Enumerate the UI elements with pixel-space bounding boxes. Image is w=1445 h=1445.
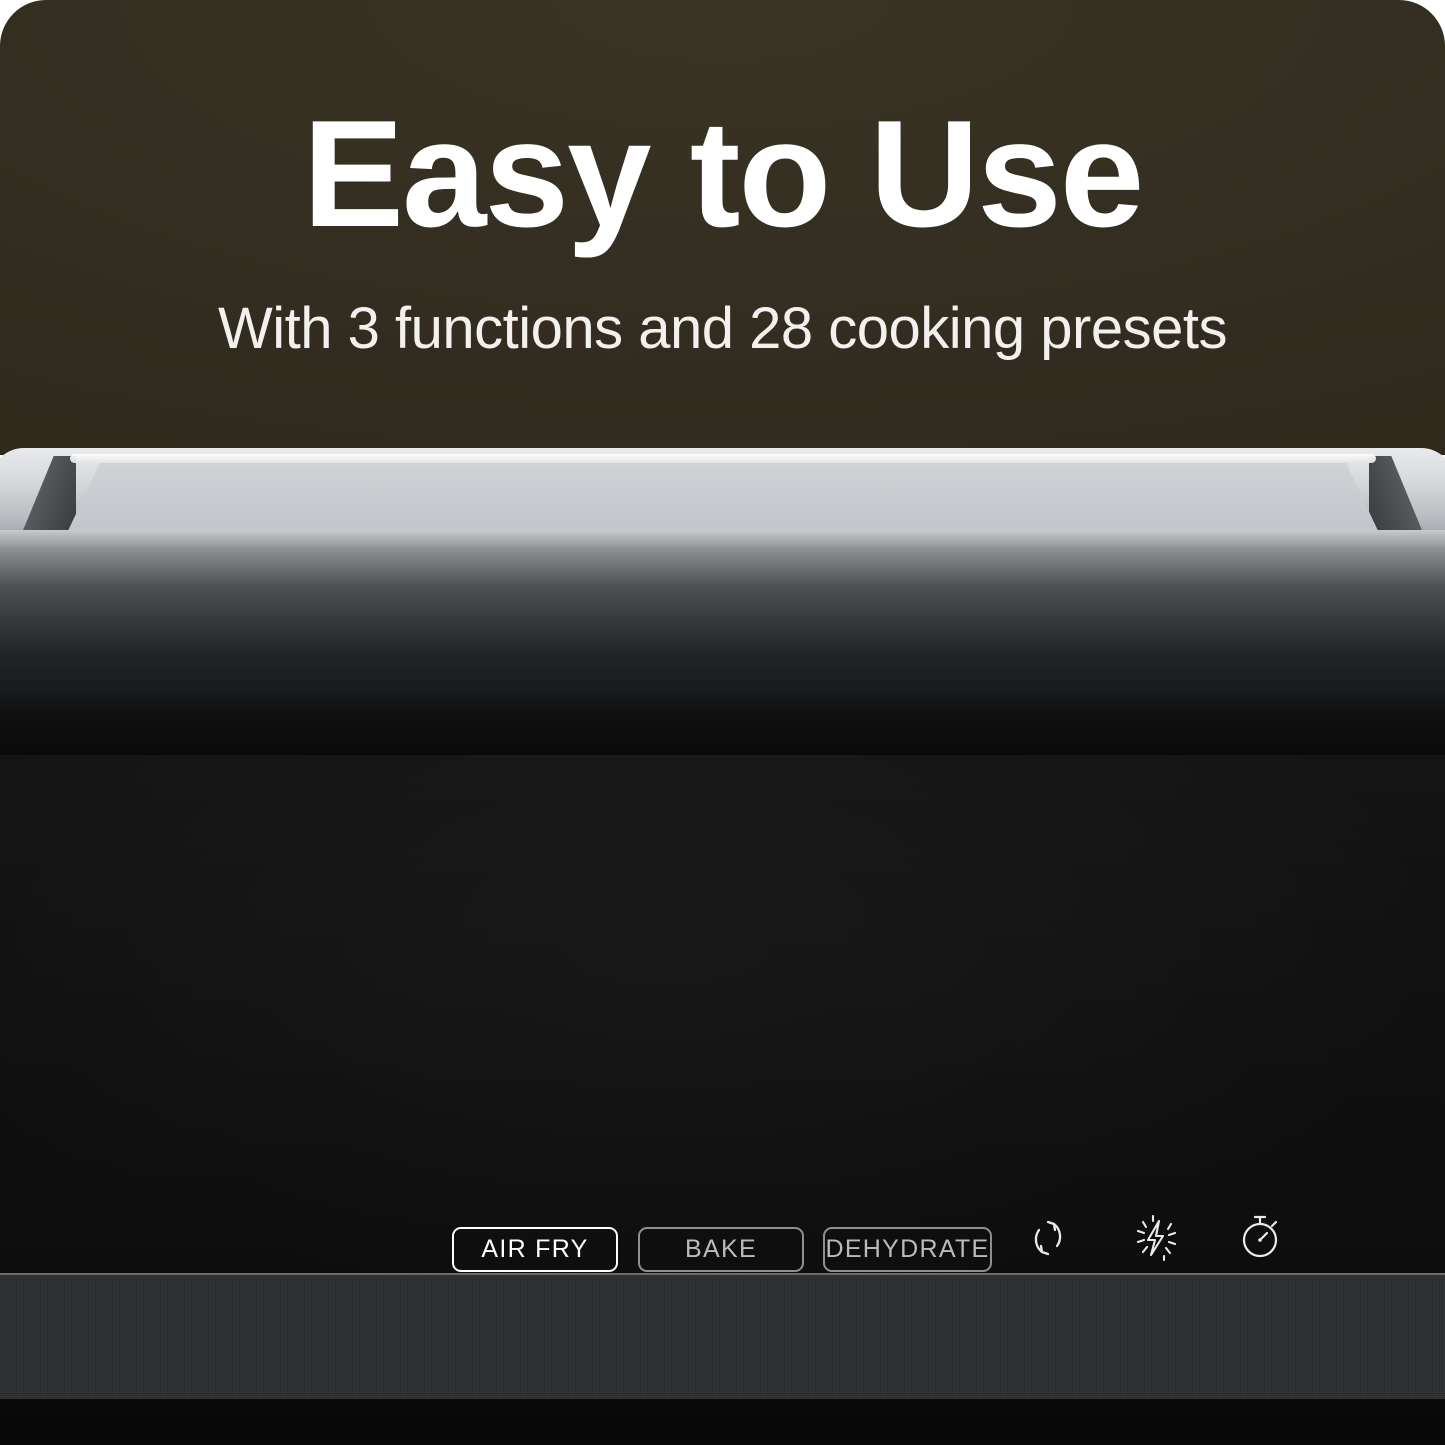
mode-bake-label: BAKE bbox=[685, 1235, 757, 1263]
banner-subtitle: With 3 functions and 28 cooking presets bbox=[218, 296, 1227, 361]
banner-title: Easy to Use bbox=[302, 89, 1145, 259]
mode-button-bake[interactable]: BAKE bbox=[638, 1227, 804, 1272]
air-fryer-oven: MEAT RARE · MEDIUM · WELL bbox=[0, 430, 1445, 1445]
product-feature-image: Easy to Use With 3 functions and 28 cook… bbox=[0, 0, 1445, 1445]
stopwatch-icon bbox=[1190, 1210, 1330, 1262]
mode-dehydrate-label: DEHYDRATE bbox=[825, 1235, 990, 1263]
marketing-banner: Easy to Use With 3 functions and 28 cook… bbox=[0, 0, 1445, 455]
appliance-base-texture bbox=[0, 1273, 1445, 1403]
mode-air-fry-label: AIR FRY bbox=[481, 1235, 589, 1263]
mode-button-dehydrate[interactable]: DEHYDRATE bbox=[823, 1227, 992, 1272]
mode-button-air-fry[interactable]: AIR FRY bbox=[452, 1227, 618, 1272]
appliance-base-foot bbox=[0, 1399, 1445, 1445]
appliance-body-upper bbox=[0, 530, 1445, 762]
control-panel: MEAT RARE · MEDIUM · WELL bbox=[0, 755, 1445, 1445]
lid-highlight bbox=[70, 454, 1376, 463]
